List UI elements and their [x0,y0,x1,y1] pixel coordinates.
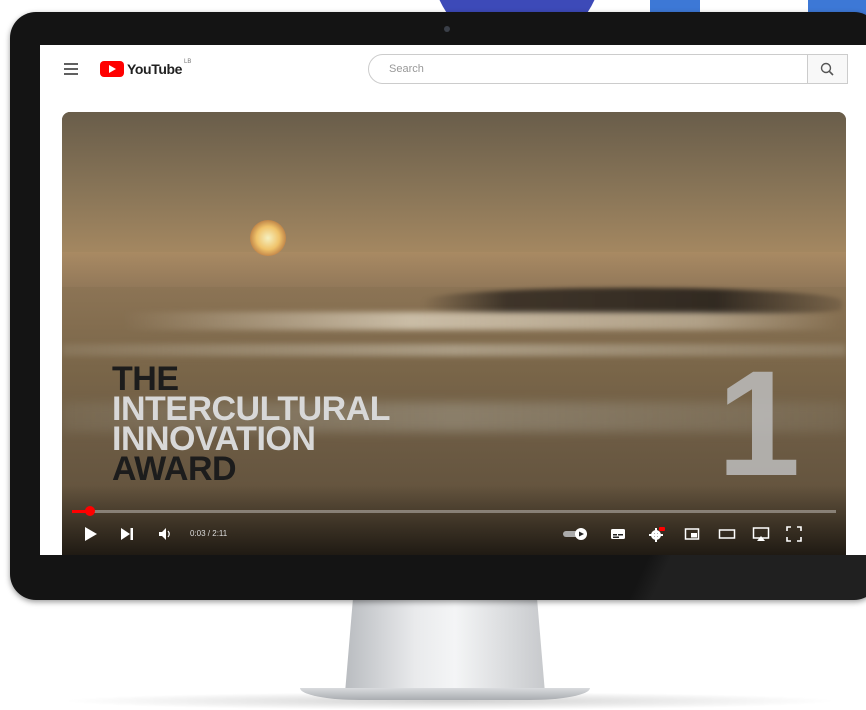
progress-bar[interactable] [72,506,836,516]
overlay-number: 1 [717,339,801,507]
cast-button[interactable] [752,526,770,542]
monitor-stand-base [300,688,590,700]
miniplayer-icon [684,528,700,540]
time-display: 0:03 / 2:11 [190,529,228,538]
play-button[interactable] [84,526,98,542]
webcam [444,26,450,32]
title-line: AWARD [112,450,237,488]
hamburger-menu-icon[interactable] [64,63,78,75]
subtitles-button[interactable] [610,526,626,542]
search-input[interactable]: Search [368,54,808,84]
settings-button[interactable] [648,526,666,542]
search-icon [820,62,834,76]
video-wave [422,288,842,314]
next-button[interactable] [120,526,134,542]
youtube-logo[interactable]: YouTube LB [100,59,191,79]
logo-text: YouTube [127,61,183,77]
video-player[interactable]: THE INTERCULTURAL INNOVATION AWARD 1 0:0… [62,112,846,555]
player-controls: 0:03 / 2:11 [62,520,846,550]
video-horizon [62,252,846,292]
fullscreen-icon [786,526,802,542]
settings-icon [649,527,665,542]
autoplay-toggle[interactable] [562,526,590,542]
youtube-header: YouTube LB Search [40,45,866,95]
search-button[interactable] [808,54,848,84]
video-sun [250,220,286,256]
logo-country-code: LB [184,59,192,65]
video-foam [122,312,842,330]
autoplay-toggle-icon [563,528,587,540]
miniplayer-button[interactable] [684,526,700,542]
progress-scrubber[interactable] [85,506,95,516]
play-icon [85,527,97,541]
video-sky [62,112,846,262]
subtitles-icon [611,529,625,539]
monitor-stand [345,598,545,693]
cast-icon [752,527,770,541]
video-title-overlay: THE INTERCULTURAL INNOVATION AWARD [112,362,391,488]
volume-button[interactable] [158,526,172,542]
theater-mode-button[interactable] [718,526,736,542]
monitor-screen: YouTube LB Search THE INTERCULTURAL INNO… [40,45,866,555]
fullscreen-button[interactable] [786,526,802,542]
next-icon [121,528,133,540]
youtube-play-logo-icon [100,61,124,77]
volume-icon [159,528,170,540]
theater-mode-icon [718,529,736,539]
